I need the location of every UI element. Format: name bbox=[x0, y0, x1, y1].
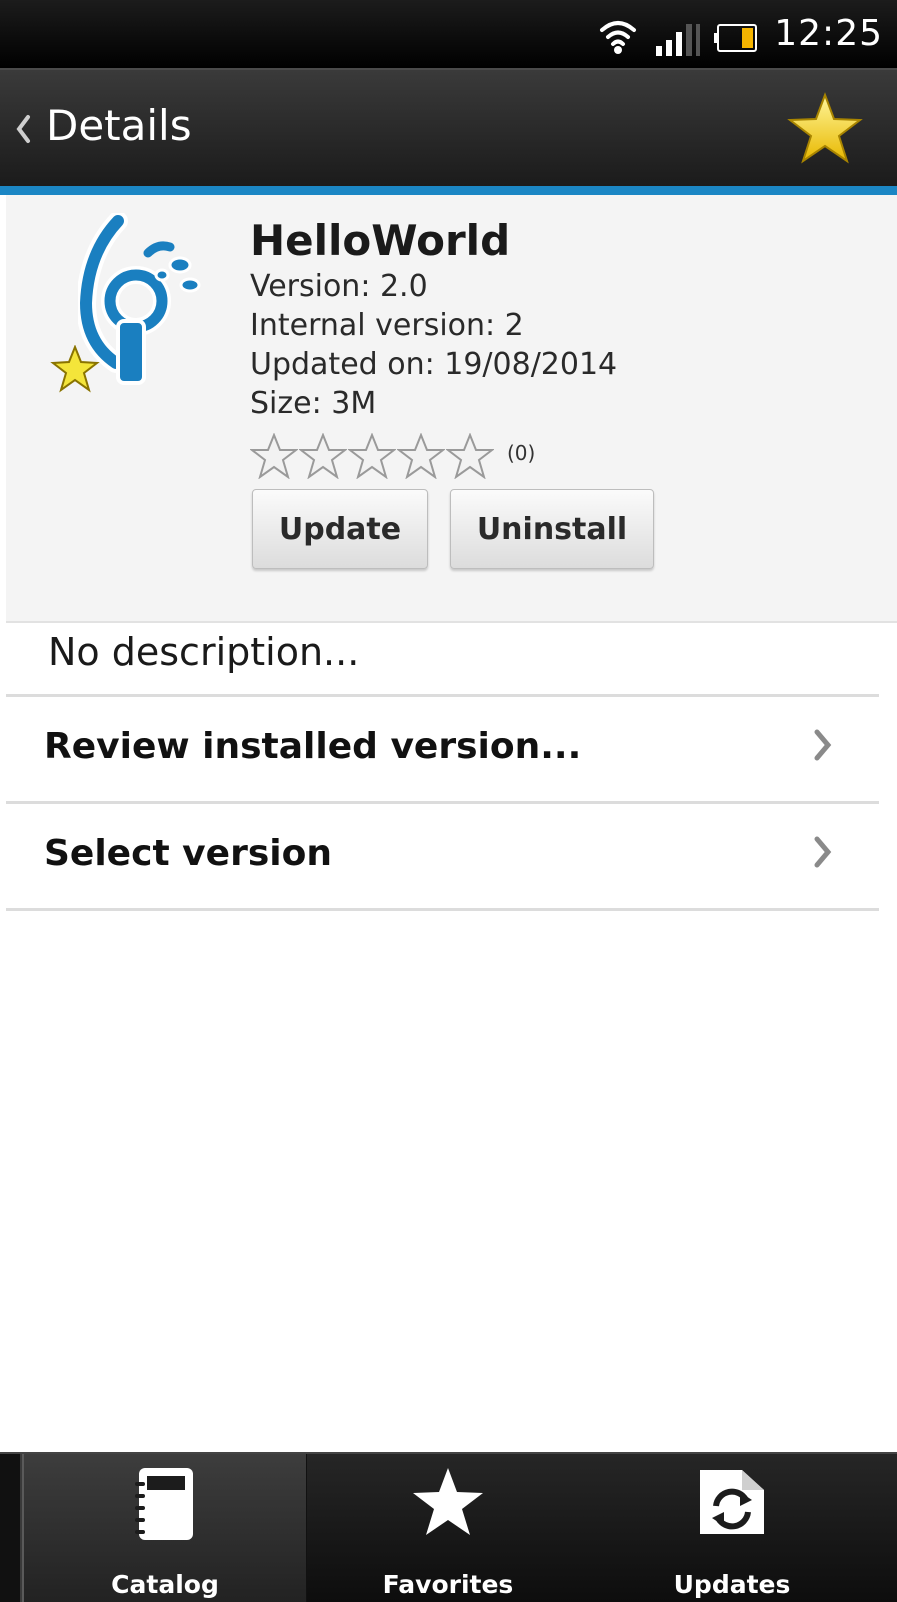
uninstall-button[interactable]: Uninstall bbox=[450, 489, 654, 569]
list-item-label: Review installed version... bbox=[44, 726, 582, 767]
app-version: Version: 2.0 bbox=[250, 269, 428, 304]
rating-count: (0) bbox=[507, 441, 536, 465]
tab-catalog[interactable]: Catalog bbox=[22, 1454, 307, 1602]
app-description: No description... bbox=[48, 630, 360, 674]
status-bar: 12:25 bbox=[0, 0, 897, 68]
app-details-screen: 12:25 Details HelloWorld Version: 2.0 In… bbox=[0, 0, 897, 1602]
tab-label: Catalog bbox=[111, 1570, 219, 1599]
list-item-select-version[interactable]: Select version bbox=[6, 804, 879, 908]
app-info: HelloWorld Version: 2.0 Internal version… bbox=[250, 215, 617, 423]
tab-favorites[interactable]: Favorites bbox=[306, 1454, 590, 1602]
app-name: HelloWorld bbox=[250, 216, 511, 265]
bottom-tab-bar: Catalog Favorites Updates bbox=[0, 1452, 897, 1602]
chevron-right-icon bbox=[813, 729, 833, 765]
status-time: 12:25 bbox=[774, 13, 883, 54]
refresh-folder-icon bbox=[696, 1466, 768, 1542]
signal-icon bbox=[656, 22, 702, 60]
list-item-label: Select version bbox=[44, 833, 332, 874]
tab-label: Updates bbox=[673, 1570, 791, 1599]
list-item-review-installed-version[interactable]: Review installed version... bbox=[6, 697, 879, 801]
app-size: Size: 3M bbox=[250, 386, 377, 421]
app-internal-version: Internal version: 2 bbox=[250, 308, 524, 343]
empty-star-icon bbox=[445, 432, 495, 483]
rating: (0) bbox=[249, 432, 536, 483]
notebook-icon bbox=[133, 1466, 197, 1546]
empty-star-icon bbox=[347, 432, 397, 483]
tab-bar-edge bbox=[0, 1454, 22, 1602]
chevron-right-icon bbox=[813, 836, 833, 872]
empty-star-icon bbox=[298, 432, 348, 483]
divider bbox=[6, 908, 879, 911]
accent-divider bbox=[0, 186, 897, 195]
battery-icon bbox=[714, 24, 758, 56]
app-header: HelloWorld Version: 2.0 Internal version… bbox=[6, 195, 897, 623]
tab-label: Favorites bbox=[382, 1570, 514, 1599]
page-title[interactable]: Details bbox=[46, 100, 192, 152]
app-updated-on: Updated on: 19/08/2014 bbox=[250, 347, 618, 382]
wifi-icon bbox=[598, 16, 638, 60]
update-button[interactable]: Update bbox=[252, 489, 428, 569]
tab-updates[interactable]: Updates bbox=[590, 1454, 874, 1602]
favorite-badge-star-icon bbox=[50, 344, 100, 397]
empty-star-icon bbox=[396, 432, 446, 483]
favorite-star-icon[interactable] bbox=[787, 92, 863, 168]
chevron-left-icon[interactable] bbox=[14, 114, 32, 148]
empty-star-icon bbox=[249, 432, 299, 483]
star-icon bbox=[410, 1466, 486, 1542]
action-bar: Details bbox=[0, 68, 897, 186]
